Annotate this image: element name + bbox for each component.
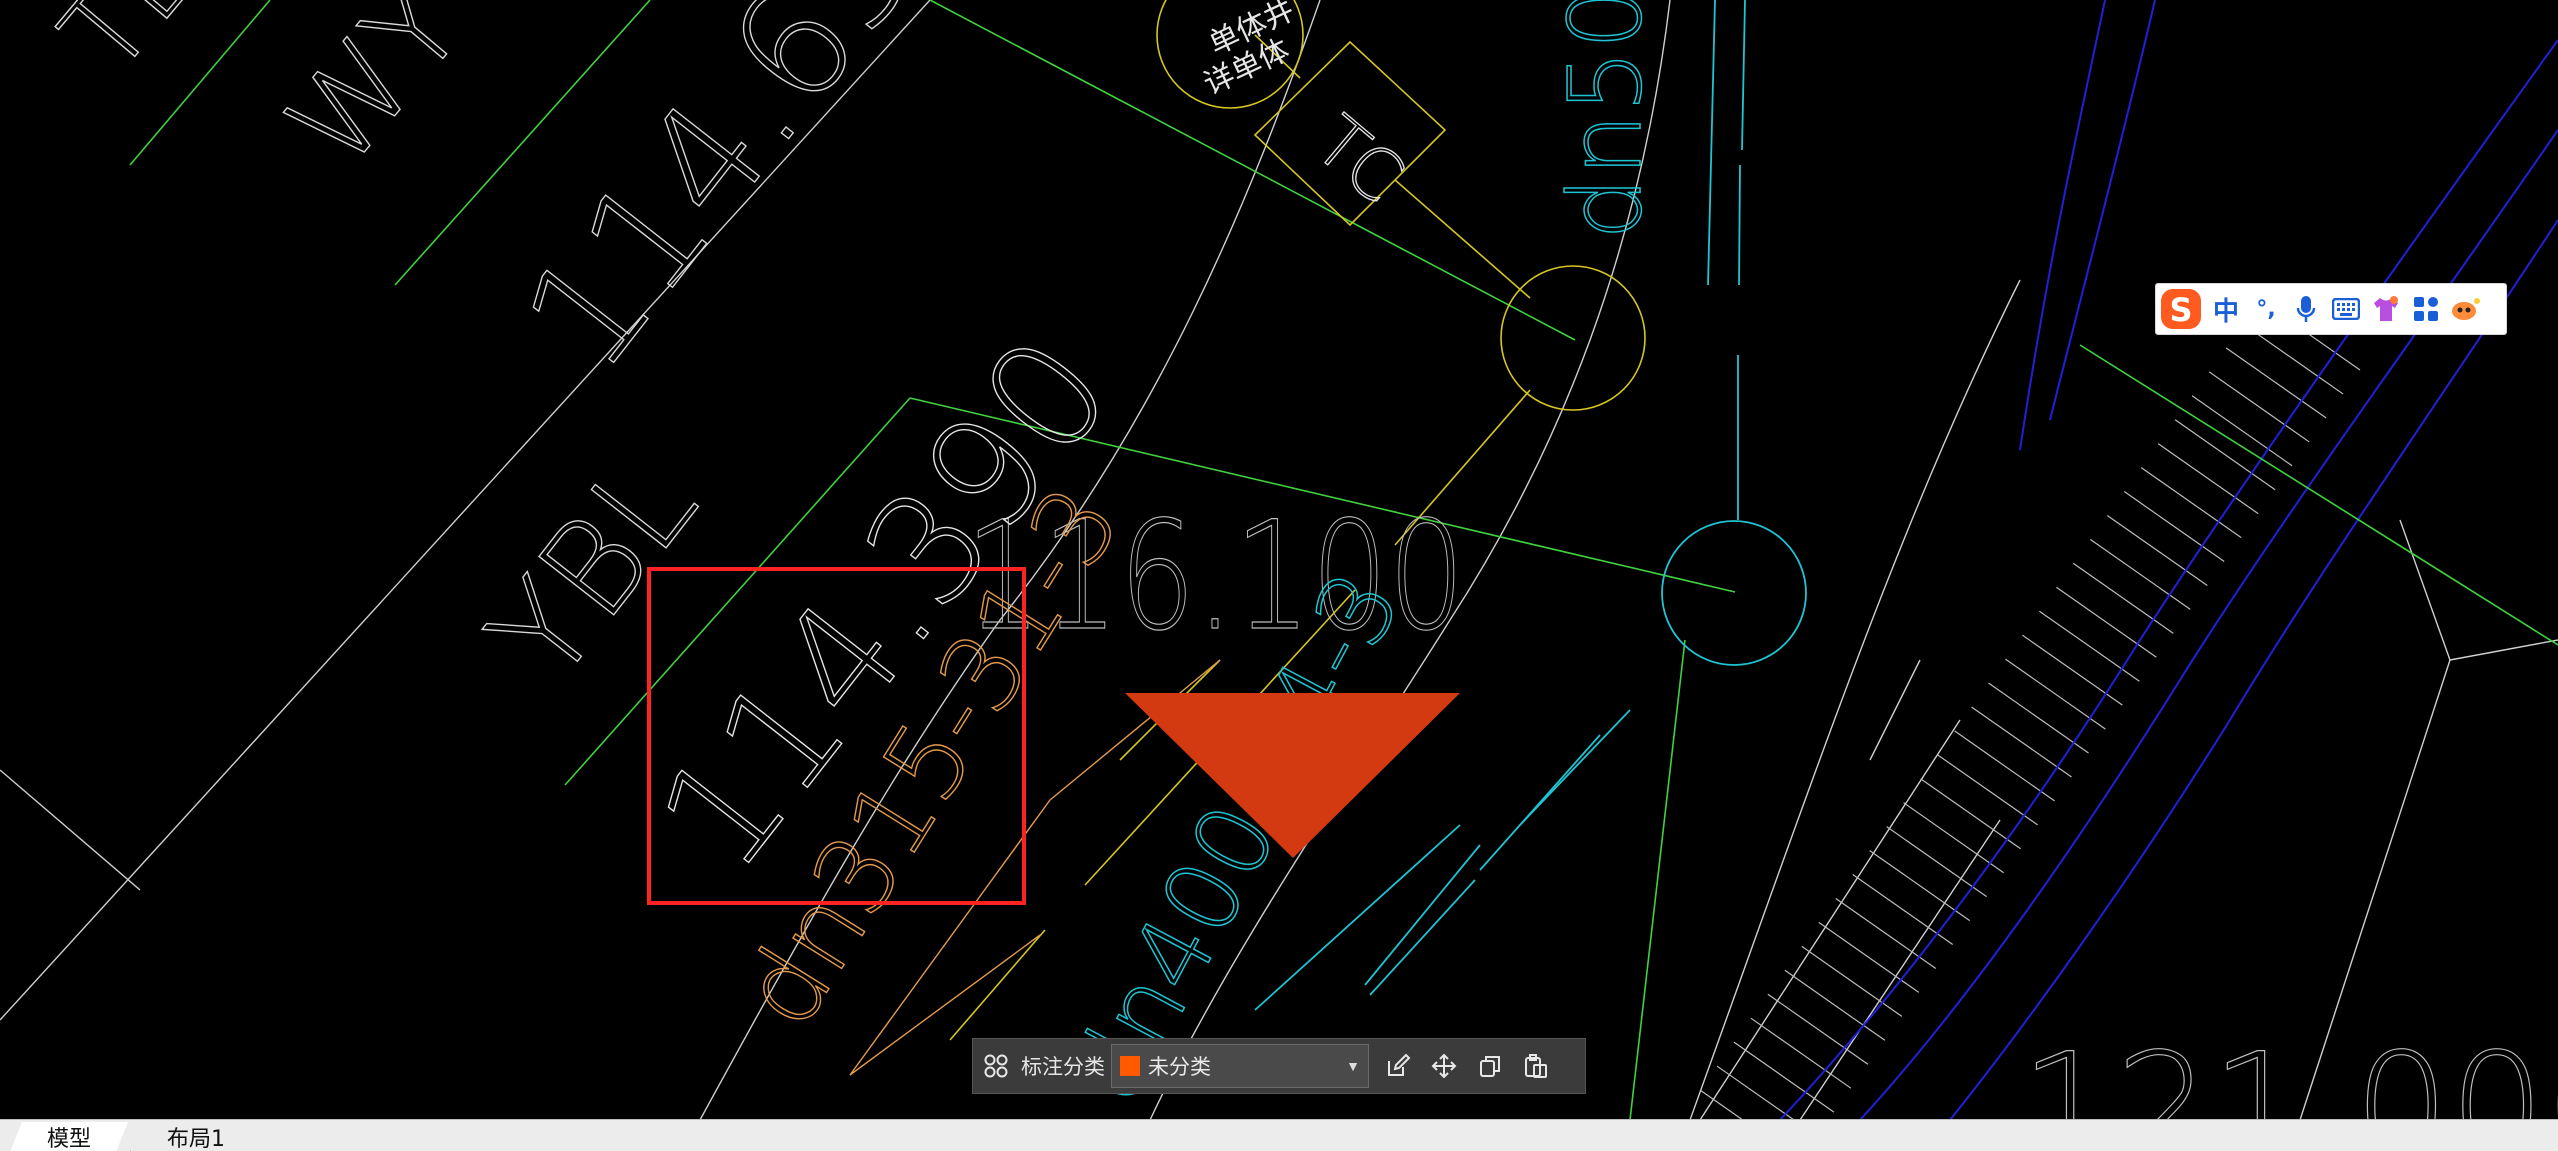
hatch-line: [2140, 467, 2242, 539]
hatch-line: [2056, 586, 2157, 658]
hatch-line: [1937, 754, 2038, 826]
microphone-icon[interactable]: [2286, 284, 2326, 334]
grid-icon[interactable]: [973, 1039, 1019, 1093]
hatch-line: [1920, 778, 2021, 850]
hatch-line: [1750, 1017, 1852, 1089]
hatch-line: [1801, 945, 1903, 1017]
apps-icon[interactable]: [2406, 284, 2446, 334]
copy-icon[interactable]: [1467, 1039, 1513, 1093]
hatch-line: [2022, 634, 2123, 706]
layout-tab-bar: 模型 布局1: [0, 1119, 2558, 1151]
drawing-canvas[interactable]: 114.650 116.100 114.390 121.000 WY TL YB…: [0, 0, 2558, 1151]
tab-layout1[interactable]: 布局1: [130, 1122, 261, 1151]
elevation-114-650: 114.650: [491, 0, 1010, 402]
hatch-line: [2208, 371, 2310, 443]
hatch-line: [2191, 395, 2293, 467]
hatch-line: [1954, 730, 2055, 802]
label-tc: TC: [1299, 100, 1419, 219]
mascot-icon[interactable]: [2446, 284, 2486, 334]
hatch-line: [1767, 993, 1869, 1065]
svg-text:S: S: [2169, 291, 2192, 329]
chevron-down-icon: ▼: [1346, 1058, 1360, 1074]
label-top-left: TL: [37, 0, 218, 97]
category-color-swatch: [1120, 1056, 1140, 1076]
hatch-line: [1784, 969, 1886, 1041]
hatch-line: [2039, 610, 2140, 682]
move-icon[interactable]: [1421, 1039, 1467, 1093]
label-dn500: dn500: [1547, 0, 1664, 240]
hatch-line: [2089, 538, 2191, 610]
hatch-line: [2123, 491, 2225, 563]
hatch-line: [1835, 897, 1937, 969]
hatch-line: [2072, 562, 2174, 634]
ime-mode-toggle[interactable]: 中: [2206, 284, 2246, 334]
annotation-toolbar: 标注分类 未分类 ▼: [972, 1038, 1586, 1094]
cad-viewport[interactable]: 114.650 116.100 114.390 121.000 WY TL YB…: [0, 0, 2558, 1151]
edit-icon[interactable]: [1375, 1039, 1421, 1093]
paste-icon[interactable]: [1513, 1039, 1559, 1093]
keyboard-icon[interactable]: [2326, 284, 2366, 334]
annotation-category-label: 标注分类: [1021, 1055, 1105, 1079]
hatch-line: [1818, 921, 1920, 993]
hatch-line: [2106, 514, 2208, 586]
skin-icon[interactable]: [2366, 284, 2406, 334]
blue-linework: [1779, 0, 2558, 1121]
ime-toolbar[interactable]: S 中 °,: [2155, 283, 2507, 335]
hatch-line: [2174, 419, 2276, 491]
drawing-text: 114.650 116.100 114.390 121.000 WY TL YB…: [36, 0, 2558, 1151]
hatch-line: [2225, 347, 2327, 419]
category-dropdown[interactable]: 未分类 ▼: [1111, 1044, 1369, 1088]
label-wy: WY: [261, 0, 491, 194]
sogou-logo-icon[interactable]: S: [2156, 284, 2206, 334]
ime-punctuation-toggle[interactable]: °,: [2246, 284, 2286, 334]
hatch-line: [1971, 706, 2072, 778]
hatch-line: [2157, 443, 2259, 515]
tab-model[interactable]: 模型: [10, 1122, 128, 1151]
category-value: 未分类: [1148, 1055, 1211, 1079]
